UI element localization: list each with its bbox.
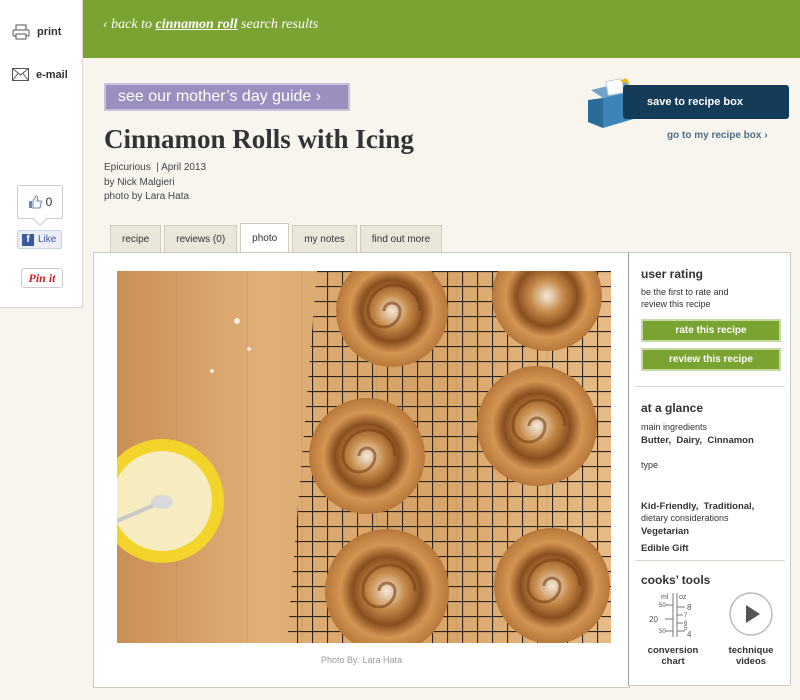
main-ingredients-value: Butter, Dairy, Cinnamon: [641, 435, 754, 446]
review-recipe-button[interactable]: review this recipe: [641, 348, 781, 371]
tab-reviews[interactable]: reviews (0): [164, 225, 238, 253]
gauge-oz-7: 7: [684, 613, 688, 619]
go-to-recipe-box-link[interactable]: go to my recipe box ›: [667, 130, 768, 141]
play-icon[interactable]: [729, 592, 773, 636]
email-button[interactable]: e-mail: [12, 68, 68, 81]
email-label: e-mail: [36, 68, 68, 81]
facebook-like-button[interactable]: f Like: [17, 230, 63, 249]
gauge-oz: oz: [679, 594, 687, 601]
gauge-ml: ml: [661, 594, 669, 601]
dietary-label: dietary considerations: [641, 513, 729, 523]
at-a-glance-title: at a glance: [641, 401, 704, 415]
type-value-line1: Kid-Friendly, Traditional,: [641, 501, 755, 512]
back-to-search-link[interactable]: ‹ back to cinnamon roll search results: [103, 17, 318, 33]
photo-caption: Photo By: Lara Hata: [320, 655, 403, 665]
tab-photo[interactable]: photo: [240, 223, 290, 253]
like-counter: 0: [17, 185, 63, 219]
gauge-oz-8: 8: [687, 603, 692, 612]
facebook-like-label: Like: [38, 234, 57, 245]
main-ingredients-label: main ingredients: [641, 422, 708, 432]
recipe-tabs: recipe reviews (0) photo my notes find o…: [110, 223, 443, 253]
share-rail: print e-mail 0 f Like Pin it: [0, 0, 83, 308]
divider: [635, 560, 785, 561]
photo-panel: Photo By: Lara Hata: [93, 252, 630, 688]
type-label: type: [641, 460, 659, 470]
divider: [635, 386, 785, 387]
back-suffix: search results: [237, 17, 319, 32]
save-to-recipe-box-button[interactable]: save to recipe box: [623, 85, 789, 119]
like-count: 0: [45, 195, 53, 209]
conversion-chart-link[interactable]: conversion chart: [643, 645, 703, 667]
tab-find-out-more[interactable]: find out more: [359, 225, 443, 253]
thumbs-up-icon: [28, 195, 42, 209]
rating-prompt-line1: be the first to rate and: [641, 287, 729, 297]
facebook-icon: f: [22, 233, 34, 246]
gauge-oz-4: 4: [687, 630, 692, 639]
conversion-line2: chart: [661, 656, 685, 667]
conversion-line1: conversion: [647, 645, 699, 656]
type-value-line2: Edible Gift: [641, 543, 689, 554]
recipe-title: Cinnamon Rolls with Icing: [104, 124, 414, 154]
print-label: print: [37, 26, 62, 38]
recipe-source: Epicurious | April 2013: [104, 162, 207, 173]
tab-my-notes[interactable]: my notes: [292, 225, 357, 253]
recipe-author: by Nick Malgieri: [104, 176, 175, 188]
rating-prompt: be the first to rate and review this rec…: [641, 287, 729, 310]
back-prefix: ‹ back to: [103, 17, 156, 32]
gauge-ml-50b: 50: [659, 629, 666, 635]
search-results-bar: ‹ back to cinnamon roll search results: [83, 0, 800, 58]
dietary-value: Vegetarian: [641, 526, 690, 537]
technique-line1: technique: [728, 645, 774, 656]
rate-recipe-button[interactable]: rate this recipe: [641, 319, 781, 342]
rating-prompt-line2: review this recipe: [641, 298, 711, 309]
recipe-photo[interactable]: [117, 271, 611, 643]
tab-recipe[interactable]: recipe: [110, 225, 162, 253]
cooks-tools-title: cooks’ tools: [641, 573, 711, 587]
print-button[interactable]: print: [12, 24, 61, 40]
user-rating-title: user rating: [641, 267, 704, 281]
envelope-icon: [12, 68, 29, 81]
recipe-meta: Epicurious | April 2013 by Nick Malgieri…: [104, 161, 206, 205]
conversion-chart-icon[interactable]: ml oz 50 20 50 8 7 6 5 4: [649, 591, 699, 639]
recipe-sidebar: user rating be the first to rate and rev…: [628, 252, 791, 686]
back-search-term[interactable]: cinnamon roll: [155, 17, 237, 32]
gauge-ml-20: 20: [649, 615, 658, 624]
printer-icon: [12, 24, 30, 40]
pinterest-button[interactable]: Pin it: [21, 268, 63, 288]
technique-line2: videos: [735, 656, 767, 667]
mothers-day-guide-banner[interactable]: see our mother’s day guide ›: [104, 83, 350, 111]
gauge-ml-50a: 50: [659, 603, 666, 609]
technique-videos-link[interactable]: technique videos: [721, 645, 781, 667]
recipe-photo-credit: photo by Lara Hata: [104, 191, 190, 202]
